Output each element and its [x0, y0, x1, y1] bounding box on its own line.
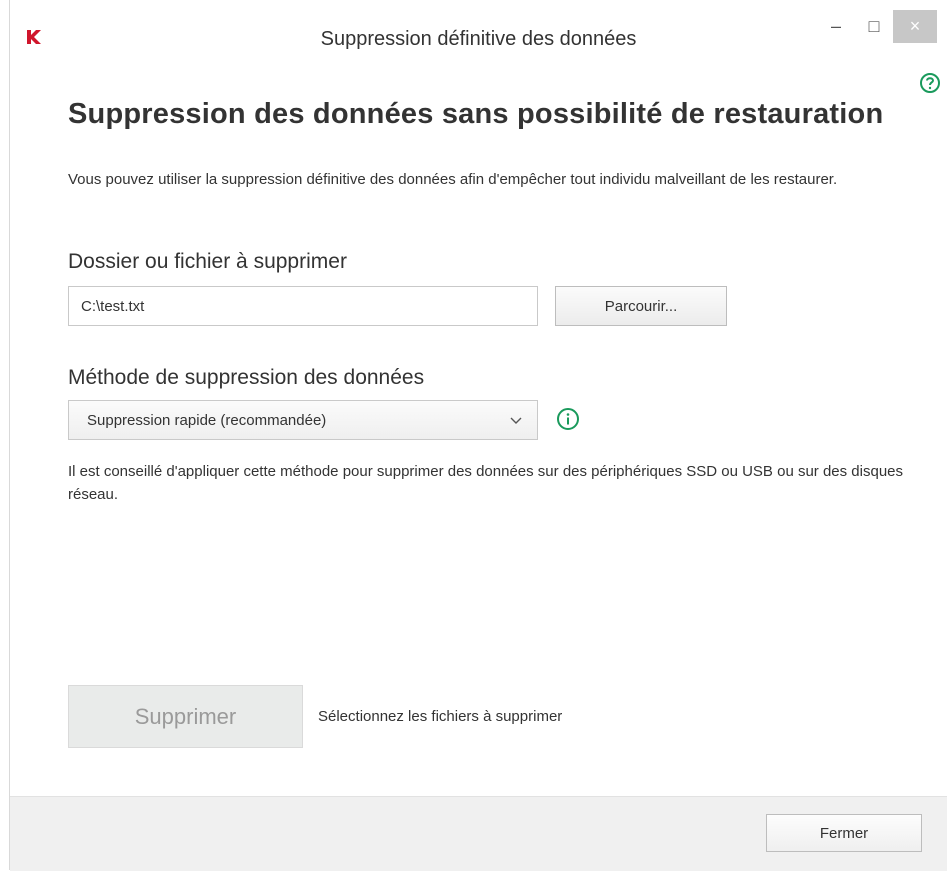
delete-button[interactable]: Supprimer: [68, 685, 303, 748]
file-path-input[interactable]: [68, 286, 538, 326]
target-label: Dossier ou fichier à supprimer: [68, 250, 347, 273]
delete-hint-text: Sélectionnez les fichiers à supprimer: [318, 708, 563, 725]
help-icon[interactable]: [919, 72, 941, 94]
method-select[interactable]: Suppression rapide (recommandée): [68, 400, 538, 440]
close-button[interactable]: Fermer: [766, 814, 922, 852]
method-hint-text: Il est conseillé d'appliquer cette métho…: [68, 463, 904, 503]
chevron-down-icon: [510, 417, 522, 424]
app-window: Suppression définitive des données – □ ×…: [9, 0, 947, 871]
minimize-button[interactable]: –: [817, 10, 855, 43]
info-icon[interactable]: [556, 407, 580, 431]
close-window-button[interactable]: ×: [893, 10, 937, 43]
method-label: Méthode de suppression des données: [68, 366, 425, 389]
browse-button[interactable]: Parcourir...: [555, 286, 727, 326]
title-bar: Suppression définitive des données – □ ×: [10, 0, 947, 50]
window-controls: – □ ×: [817, 10, 937, 43]
page-heading: Suppression des données sans possibilité…: [68, 98, 884, 130]
method-selected-value: Suppression rapide (recommandée): [87, 411, 327, 429]
description-text: Vous pouvez utiliser la suppression défi…: [68, 171, 838, 188]
maximize-button[interactable]: □: [855, 10, 893, 43]
window-title: Suppression définitive des données: [320, 28, 637, 50]
main-content: Suppression des données sans possibilité…: [68, 96, 918, 191]
